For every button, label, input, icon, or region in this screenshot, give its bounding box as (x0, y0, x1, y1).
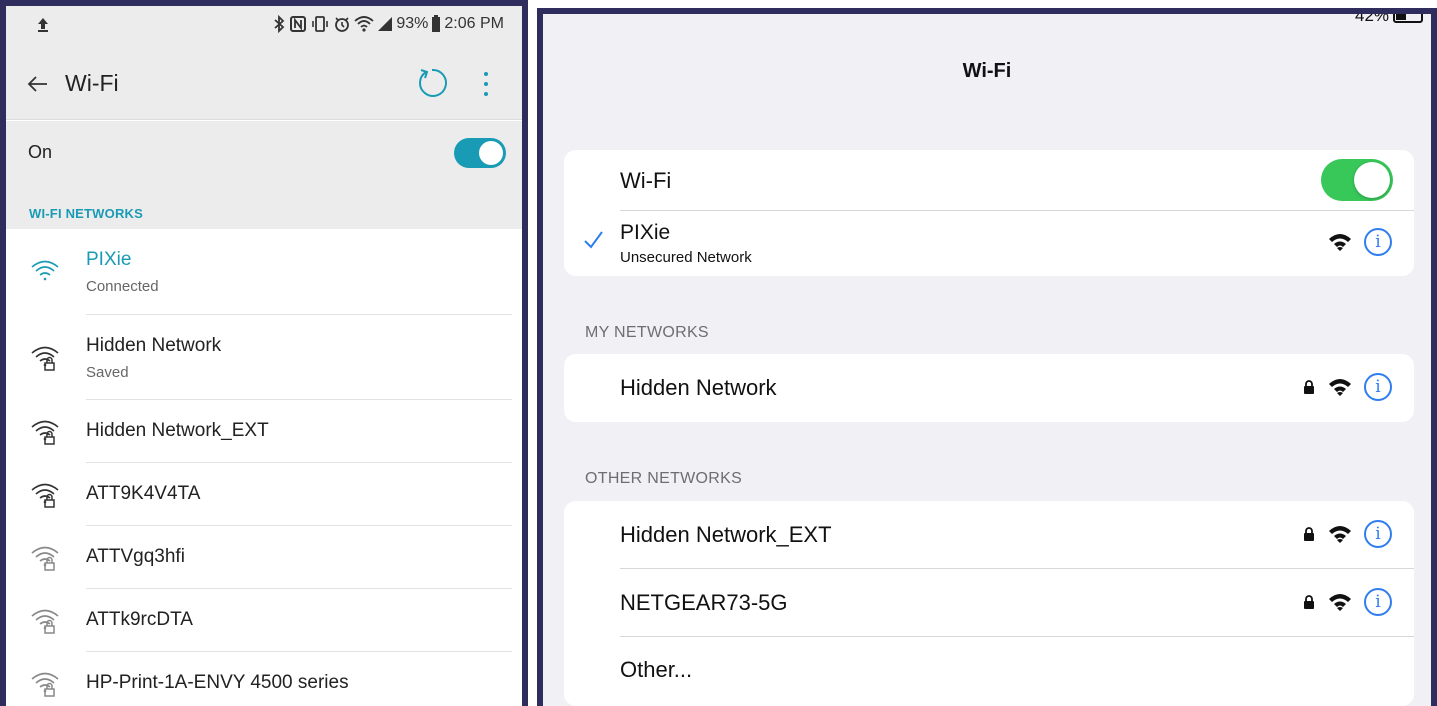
wifi-locked-icon (31, 346, 59, 371)
refresh-icon[interactable] (415, 66, 449, 100)
status-battery: 42% (1355, 8, 1424, 26)
network-list-item[interactable]: ATT9K4V4TA (6, 463, 522, 526)
network-name: Hidden Network_EXT (620, 522, 832, 547)
other-networks-header: OTHER NETWORKS (585, 470, 743, 487)
android-wifi-screen: 93% 2:06 PM Wi-Fi On WI-FI NETWORKS PIXi… (0, 0, 528, 706)
wifi-toggle-row: On (6, 121, 522, 185)
status-icons: 93% 2:06 PM (272, 15, 504, 33)
wifi-signal-icon (1329, 594, 1351, 611)
wifi-locked-icon (31, 483, 59, 508)
network-list-item[interactable]: Hidden Network_EXT (6, 400, 522, 463)
current-network-name: PIXie (620, 221, 671, 244)
network-list-item[interactable]: ATTVgq3hfi (6, 526, 522, 589)
wifi-locked-icon (31, 609, 59, 634)
network-row[interactable]: Hidden Network_EXT i (564, 501, 1414, 569)
other-network-label: Other... (620, 657, 693, 682)
wifi-status-icon (354, 16, 374, 32)
wifi-toggle-switch[interactable] (1321, 159, 1393, 201)
alarm-icon (335, 17, 350, 32)
network-list-item[interactable]: PIXie Connected (6, 229, 522, 315)
battery-percent: 42% (1355, 8, 1390, 25)
network-name: Hidden Network (620, 375, 777, 400)
section-header-label: WI-FI NETWORKS (29, 206, 144, 221)
network-name: ATTk9rcDTA (86, 609, 193, 630)
network-name: ATTVgq3hfi (86, 546, 185, 567)
network-status: Saved (86, 364, 129, 381)
toggle-knob (479, 141, 503, 165)
wifi-locked-icon (31, 672, 59, 697)
info-icon[interactable]: i (1364, 373, 1392, 401)
row-icons: i (1302, 373, 1392, 401)
bluetooth-icon (274, 15, 285, 33)
network-name: HP-Print-1A-ENVY 4500 series (86, 672, 349, 693)
other-network-row[interactable]: Other... (564, 637, 1414, 705)
nfc-icon (290, 16, 307, 32)
current-network-row[interactable]: PIXie Unsecured Network i (564, 211, 1414, 276)
network-name: PIXie (86, 249, 132, 270)
page-title: Wi-Fi (962, 60, 1012, 82)
wifi-connected-icon (31, 260, 59, 281)
wifi-signal-icon (1329, 379, 1351, 396)
network-row[interactable]: Hidden Network i (564, 354, 1414, 422)
cell-signal-icon (378, 17, 393, 31)
more-options-icon[interactable] (478, 68, 494, 100)
info-icon[interactable]: i (1364, 588, 1392, 616)
wifi-toggle-label: Wi-Fi (620, 168, 672, 193)
network-list-item[interactable]: Hidden Network Saved (6, 315, 522, 400)
row-icons: i (1328, 228, 1392, 256)
network-list-item[interactable]: HP-Print-1A-ENVY 4500 series (6, 652, 522, 706)
network-name: ATT9K4V4TA (86, 483, 201, 504)
other-networks-card: Hidden Network_EXT i NETGEAR73-5G i Othe… (564, 501, 1414, 706)
toggle-knob (1354, 162, 1390, 198)
networks-section-header: WI-FI NETWORKS (6, 185, 522, 229)
status-bar: 93% 2:06 PM (6, 6, 522, 46)
battery-icon (432, 15, 441, 32)
app-bar: Wi-Fi (6, 46, 522, 120)
upload-icon (38, 18, 48, 32)
wifi-toggle-label: On (28, 142, 53, 162)
vibrate-icon (312, 16, 329, 32)
lock-icon (1304, 527, 1314, 541)
network-name: Hidden Network (86, 335, 222, 356)
status-time: 2:06 PM (444, 15, 504, 32)
page-title: Wi-Fi (65, 70, 119, 96)
wifi-toggle-row: Wi-Fi (564, 150, 1414, 211)
row-icons: i (1302, 520, 1392, 548)
my-networks-card: Hidden Network i (564, 354, 1414, 422)
wifi-toggle-switch[interactable] (454, 138, 506, 168)
lock-icon (1304, 595, 1314, 609)
wifi-card: Wi-Fi PIXie Unsecured Network i (564, 150, 1414, 276)
current-network-sub: Unsecured Network (620, 249, 752, 266)
ios-wifi-screen: 42% Wi-Fi Wi-Fi PIXie Unsecured Network … (537, 8, 1437, 706)
info-icon[interactable]: i (1364, 228, 1392, 256)
wifi-locked-icon (31, 420, 59, 445)
back-arrow-icon[interactable] (26, 72, 50, 96)
my-networks-header: MY NETWORKS (585, 324, 709, 341)
battery-icon (1393, 14, 1424, 23)
lock-icon (1304, 380, 1314, 394)
network-list: PIXie Connected Hidden Network Saved Hid… (6, 229, 522, 706)
wifi-signal-icon (1329, 234, 1351, 251)
network-name: NETGEAR73-5G (620, 590, 788, 615)
wifi-locked-icon (31, 546, 59, 571)
checkmark-icon (584, 231, 603, 249)
wifi-signal-icon (1329, 526, 1351, 543)
network-list-item[interactable]: ATTk9rcDTA (6, 589, 522, 652)
network-row[interactable]: NETGEAR73-5G i (564, 569, 1414, 637)
network-status: Connected (86, 278, 159, 295)
row-icons: i (1302, 588, 1392, 616)
battery-percent: 93% (396, 15, 429, 32)
info-icon[interactable]: i (1364, 520, 1392, 548)
network-name: Hidden Network_EXT (86, 420, 269, 441)
